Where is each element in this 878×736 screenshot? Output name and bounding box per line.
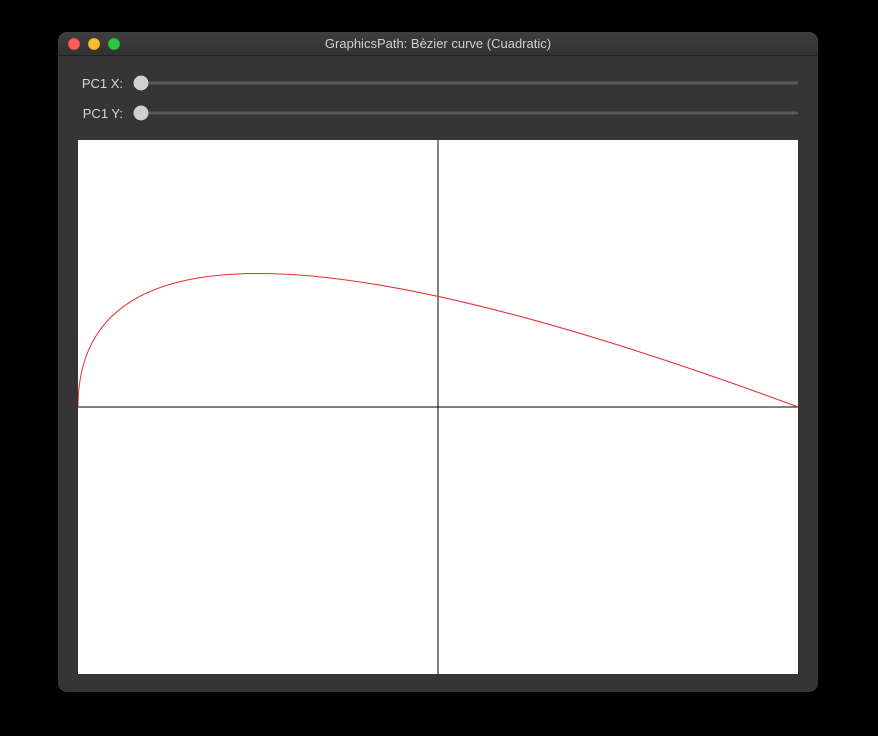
titlebar[interactable]: GraphicsPath: Bèzier curve (Cuadratic) [58, 32, 818, 56]
controls-panel: PC1 X: PC1 Y: [58, 56, 818, 136]
canvas-wrap [58, 136, 818, 692]
pc1x-thumb[interactable] [134, 76, 149, 91]
slider-row-pc1y: PC1 Y: [78, 98, 798, 128]
close-icon[interactable] [68, 38, 80, 50]
window-title: GraphicsPath: Bèzier curve (Cuadratic) [58, 36, 818, 51]
minimize-icon[interactable] [88, 38, 100, 50]
pc1x-track [133, 82, 798, 85]
pc1x-label: PC1 X: [78, 76, 123, 91]
pc1y-thumb[interactable] [134, 106, 149, 121]
pc1y-slider[interactable] [133, 103, 798, 123]
pc1x-slider[interactable] [133, 73, 798, 93]
zoom-icon[interactable] [108, 38, 120, 50]
app-window: GraphicsPath: Bèzier curve (Cuadratic) P… [58, 32, 818, 692]
traffic-lights [58, 38, 120, 50]
bezier-canvas [78, 140, 798, 674]
pc1y-track [133, 112, 798, 115]
pc1y-label: PC1 Y: [78, 106, 123, 121]
slider-row-pc1x: PC1 X: [78, 68, 798, 98]
